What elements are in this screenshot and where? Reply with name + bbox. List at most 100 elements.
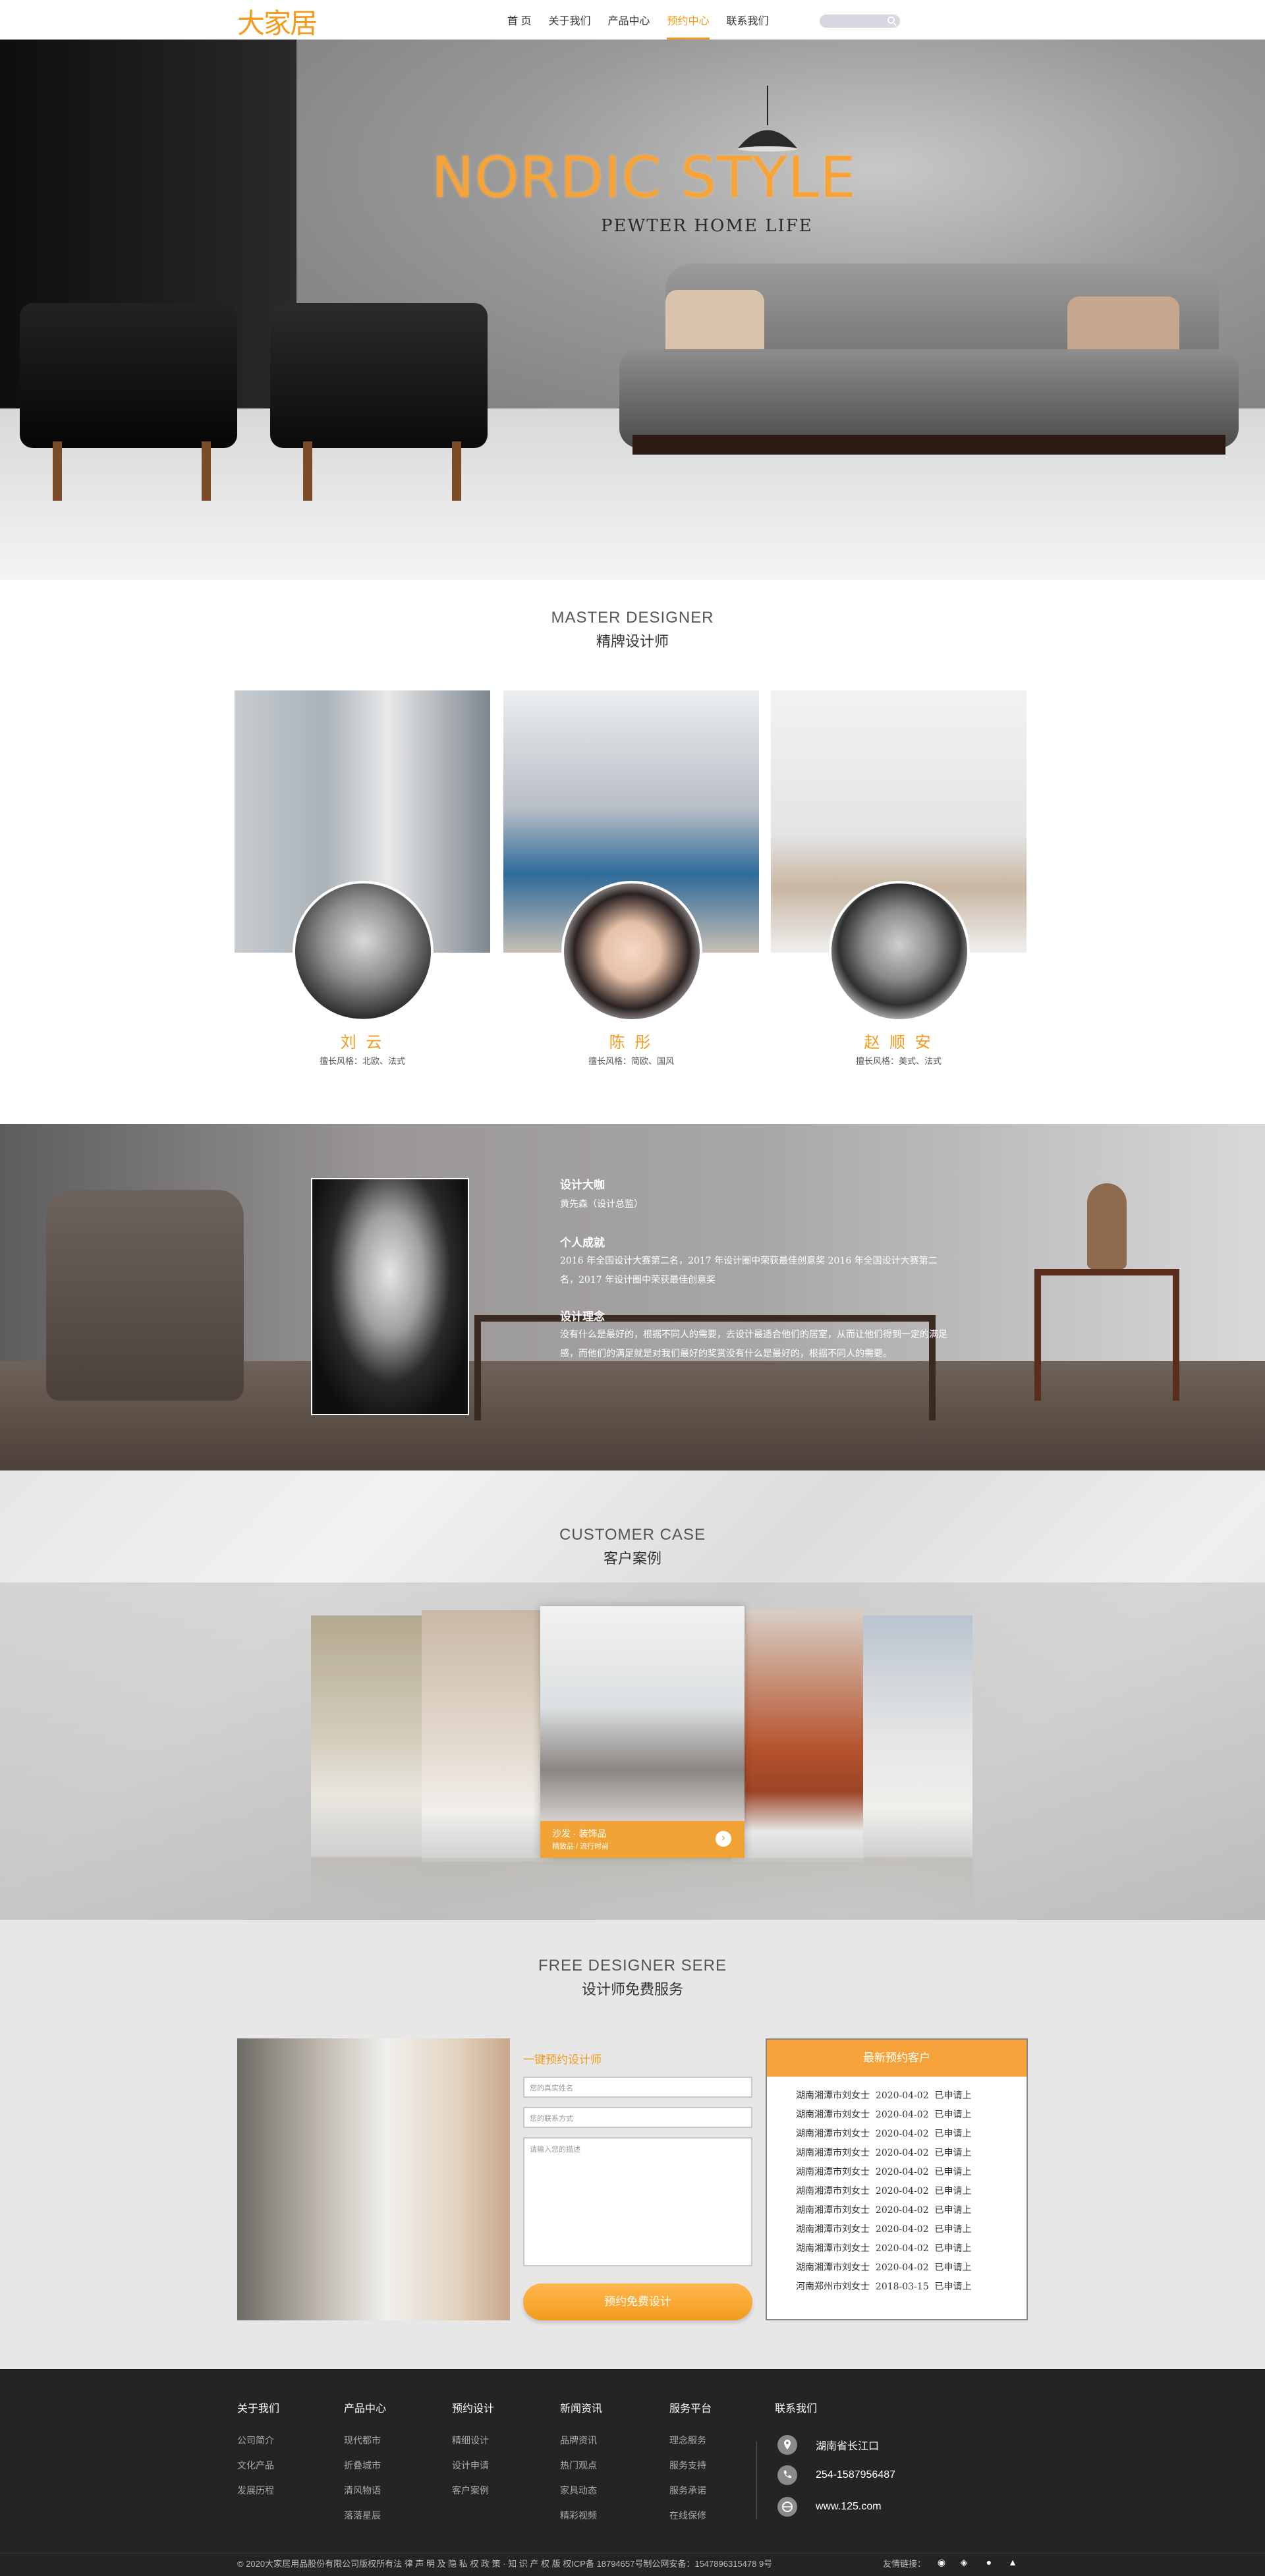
footer-link[interactable]: 品牌资讯 xyxy=(560,2434,602,2448)
hero-banner: NORDIC STYLE PEWTER HOME LIFE xyxy=(0,40,1265,580)
share-icon[interactable]: ◈ xyxy=(958,2557,970,2567)
contact-website: www.125.com xyxy=(777,2497,882,2517)
designers-title-en: MASTER DESIGNER xyxy=(551,609,714,627)
hero-title: NORDIC STYLE xyxy=(432,145,857,211)
qq-icon[interactable]: ▲ xyxy=(1007,2557,1019,2567)
designer-avatar[interactable] xyxy=(829,881,970,1022)
footer-divider xyxy=(756,2442,757,2519)
list-item: 湖南湘潭市刘女士 2020-04-02 已申请上 xyxy=(796,2262,972,2273)
list-item: 湖南湘潭市刘女士 2020-04-02 已申请上 xyxy=(796,2205,972,2216)
recent-clients-title: 最新预约客户 xyxy=(767,2040,1026,2077)
footer-column-title[interactable]: 预约设计 xyxy=(452,2399,494,2415)
footer-link[interactable]: 落落星辰 xyxy=(344,2509,386,2523)
footer-link[interactable]: 在线保修 xyxy=(669,2509,712,2523)
footer-link[interactable]: 服务承诺 xyxy=(669,2484,712,2498)
footer-column-title[interactable]: 联系我们 xyxy=(775,2399,817,2415)
sofa-base xyxy=(632,435,1225,455)
list-item: 湖南湘潭市刘女士 2020-04-02 已申请上 xyxy=(796,2186,972,2197)
name-field[interactable]: 您的真实姓名 xyxy=(523,2077,752,2098)
footer-link[interactable]: 家具动态 xyxy=(560,2484,602,2498)
footer-link[interactable]: 文化产品 xyxy=(237,2459,279,2473)
footer-column: 新闻资讯 品牌资讯 热门观点 家具动态 精彩视频 xyxy=(560,2399,602,2534)
featured-heading-3: 设计理念 xyxy=(560,1310,605,1323)
footer-link[interactable]: 热门观点 xyxy=(560,2459,602,2473)
list-item: 湖南湘潭市刘女士 2020-04-02 已申请上 xyxy=(796,2148,972,2158)
free-title-cn: 设计师免费服务 xyxy=(581,1981,683,1998)
chair-legs xyxy=(303,441,461,501)
footer-column-title[interactable]: 关于我们 xyxy=(237,2399,279,2415)
footer-link[interactable]: 精彩视频 xyxy=(560,2509,602,2523)
footer-link[interactable]: 公司简介 xyxy=(237,2434,279,2448)
featured-text-1: 黄先森（设计总监） xyxy=(560,1199,643,1210)
nav-products[interactable]: 产品中心 xyxy=(607,12,650,40)
case-caption[interactable]: 沙发 · 装饰品 精致品 / 流行时尚 › xyxy=(540,1821,745,1858)
designer-name[interactable]: 陈 彤 xyxy=(503,1029,759,1052)
copyright-bar: © 2020大家居用品股份有限公司版权所有法 律 声 明 及 隐 私 权 政 策… xyxy=(0,2554,1265,2576)
list-item: 湖南湘潭市刘女士 2020-04-02 已申请上 xyxy=(796,2129,972,2139)
list-item: 河南郑州市刘女士 2018-03-15 已申请上 xyxy=(796,2282,972,2292)
search-icon[interactable] xyxy=(887,16,895,24)
designers-title-cn: 精牌设计师 xyxy=(596,633,669,650)
armchair xyxy=(46,1190,244,1401)
case-photo-featured[interactable] xyxy=(540,1606,745,1858)
address-text: 湖南省长江口 xyxy=(816,2441,880,2452)
weibo-icon[interactable]: ◉ xyxy=(936,2557,947,2567)
featured-designer-portrait xyxy=(311,1178,469,1415)
footer-link[interactable]: 客户案例 xyxy=(452,2484,494,2498)
featured-heading-2: 个人成就 xyxy=(560,1237,605,1249)
nav-contact[interactable]: 联系我们 xyxy=(727,12,769,40)
list-item: 湖南湘潭市刘女士 2020-04-02 已申请上 xyxy=(796,2090,972,2101)
logo[interactable]: 大家居 xyxy=(237,1,318,42)
case-photo[interactable] xyxy=(422,1610,553,1862)
designer-avatar[interactable] xyxy=(293,881,434,1022)
phone-text[interactable]: 254-1587956487 xyxy=(816,2469,895,2481)
designer-avatar[interactable] xyxy=(561,881,702,1022)
recent-clients-panel: 最新预约客户 湖南湘潭市刘女士 2020-04-02 已申请上 湖南湘潭市刘女士… xyxy=(766,2038,1028,2320)
form-title: 一键预约设计师 xyxy=(523,2054,602,2066)
cases-title-cn: 客户案例 xyxy=(603,1550,661,1567)
case-photo[interactable] xyxy=(731,1610,863,1862)
footer-column-title[interactable]: 新闻资讯 xyxy=(560,2399,602,2415)
footer-link[interactable]: 服务支持 xyxy=(669,2459,712,2473)
featured-designer-banner xyxy=(0,1124,1265,1470)
footer-link[interactable]: 清风物语 xyxy=(344,2484,386,2498)
nav-home[interactable]: 首 页 xyxy=(507,12,531,40)
featured-heading-1: 设计大咖 xyxy=(560,1179,605,1191)
hero-subtitle: PEWTER HOME LIFE xyxy=(601,216,813,236)
footer-column-title[interactable]: 服务平台 xyxy=(669,2399,712,2415)
footer-link[interactable]: 发展历程 xyxy=(237,2484,279,2498)
nav-booking[interactable]: 预约中心 xyxy=(667,12,710,40)
case-photo[interactable] xyxy=(857,1615,972,1857)
footer-link[interactable]: 精细设计 xyxy=(452,2434,494,2448)
friend-links-label[interactable]: 友情链接： xyxy=(883,2557,926,2569)
list-item: 湖南湘潭市刘女士 2020-04-02 已申请上 xyxy=(796,2224,972,2235)
phone-field[interactable]: 您的联系方式 xyxy=(523,2107,752,2128)
contact-address: 湖南省长江口 xyxy=(777,2435,879,2455)
designer-name[interactable]: 刘 云 xyxy=(235,1029,490,1052)
copyright-text: © 2020大家居用品股份有限公司版权所有法 律 声 明 及 隐 私 权 政 策… xyxy=(237,2559,773,2569)
leather-chair xyxy=(20,303,237,448)
submit-booking-button[interactable]: 预约免费设计 xyxy=(523,2283,752,2320)
description-field[interactable]: 请输入您的描述 xyxy=(523,2137,752,2266)
arrow-right-icon[interactable]: › xyxy=(716,1831,731,1847)
footer-column-title[interactable]: 产品中心 xyxy=(344,2399,386,2415)
website-link[interactable]: www.125.com xyxy=(816,2501,882,2513)
footer-link[interactable]: 折叠城市 xyxy=(344,2459,386,2473)
list-item: 湖南湘潭市刘女士 2020-04-02 已申请上 xyxy=(796,2110,972,2120)
designer-name[interactable]: 赵 顺 安 xyxy=(771,1029,1026,1052)
cases-title-en: CUSTOMER CASE xyxy=(559,1526,706,1544)
nav-about[interactable]: 关于我们 xyxy=(548,12,590,40)
main-nav: 首 页 关于我们 产品中心 预约中心 联系我们 xyxy=(507,12,786,40)
site-footer xyxy=(0,2369,1265,2576)
search-input[interactable] xyxy=(820,14,900,28)
side-table xyxy=(1034,1269,1179,1401)
footer-column: 服务平台 理念服务 服务支持 服务承诺 在线保修 xyxy=(669,2399,712,2534)
footer-link[interactable]: 现代都市 xyxy=(344,2434,386,2448)
wechat-icon[interactable]: ● xyxy=(983,2557,995,2567)
footer-link[interactable]: 理念服务 xyxy=(669,2434,712,2448)
designer-style: 擅长风格：美式、法式 xyxy=(855,1056,942,1066)
page: 大家居 首 页 关于我们 产品中心 预约中心 联系我们 NORDIC STYLE… xyxy=(0,0,1265,2576)
footer-link[interactable]: 设计申请 xyxy=(452,2459,494,2473)
case-photo[interactable] xyxy=(311,1615,430,1857)
location-pin-icon xyxy=(777,2435,797,2455)
